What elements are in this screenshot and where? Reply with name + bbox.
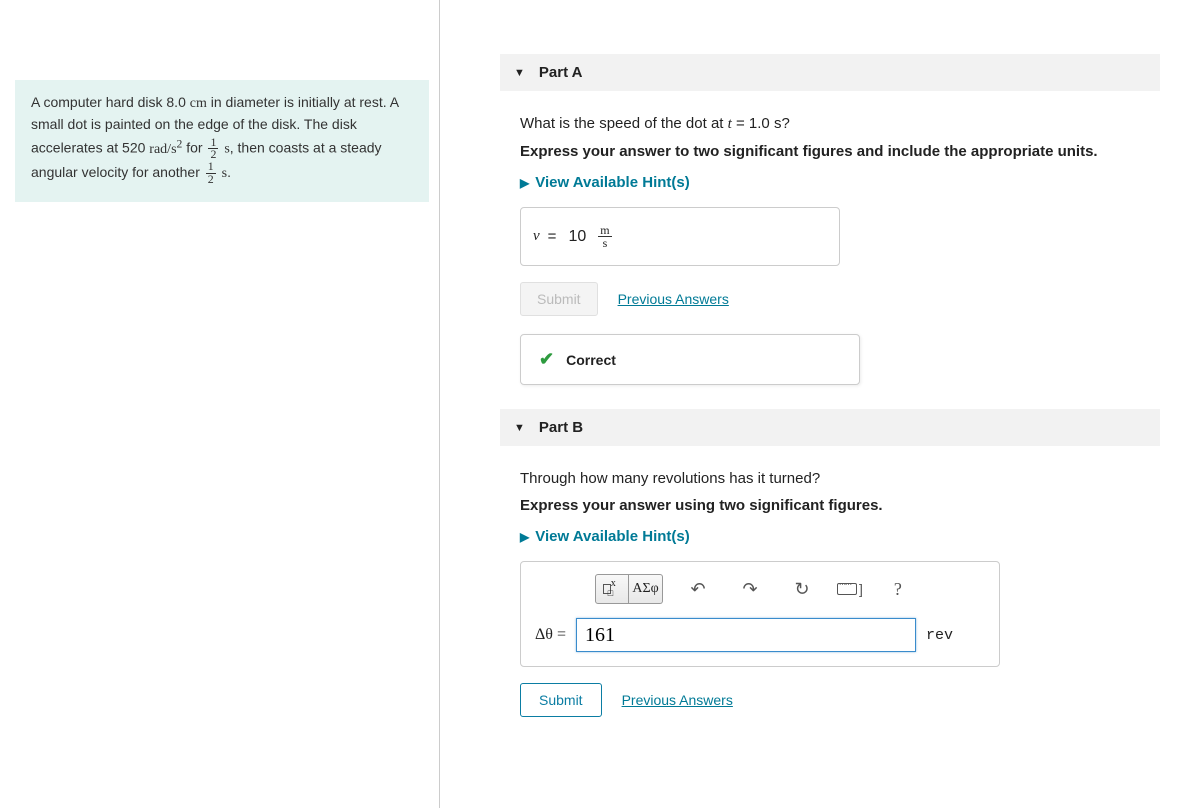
- equation-toolbar: x□ ΑΣφ ↶ ↷ ↻ ] ?: [535, 574, 985, 604]
- help-button[interactable]: ?: [881, 574, 915, 604]
- view-hints-a[interactable]: ▶ View Available Hint(s): [520, 174, 1160, 191]
- part-a-question: What is the speed of the dot at t = 1.0 …: [520, 115, 1160, 133]
- previous-answers-a[interactable]: Previous Answers: [618, 291, 729, 307]
- expand-icon: ▶: [520, 530, 529, 544]
- part-b-label: Part B: [539, 419, 583, 436]
- correct-label: Correct: [566, 352, 616, 368]
- problem-text: A computer hard disk 8.0: [31, 94, 190, 110]
- collapse-icon: ▼: [514, 422, 525, 434]
- keyboard-button[interactable]: ]: [837, 574, 863, 604]
- unit-cm: cm: [190, 96, 207, 111]
- template-button[interactable]: x□: [595, 574, 629, 604]
- expand-icon: ▶: [520, 176, 529, 190]
- part-a-header[interactable]: ▼ Part A: [500, 54, 1160, 91]
- collapse-icon: ▼: [514, 67, 525, 79]
- answer-lhs: v: [533, 228, 540, 245]
- answer-lhs-b: Δθ =: [535, 626, 566, 644]
- answer-input-b[interactable]: [576, 618, 916, 652]
- redo-button[interactable]: ↷: [733, 574, 767, 604]
- part-b-question: Through how many revolutions has it turn…: [520, 470, 1160, 487]
- greek-button[interactable]: ΑΣφ: [629, 574, 663, 604]
- previous-answers-b[interactable]: Previous Answers: [622, 692, 733, 708]
- part-a-label: Part A: [539, 64, 583, 81]
- part-b-instruction: Express your answer using two significan…: [520, 497, 1160, 514]
- equals-sign: =: [548, 228, 557, 245]
- keyboard-icon: [837, 583, 857, 595]
- part-a-instruction: Express your answer to two significant f…: [520, 143, 1160, 160]
- undo-button[interactable]: ↶: [681, 574, 715, 604]
- problem-statement: A computer hard disk 8.0 cm in diameter …: [15, 80, 429, 202]
- answer-unit-a: m s: [598, 224, 611, 249]
- check-icon: ✔: [539, 349, 554, 370]
- answer-value-a: 10: [568, 228, 586, 246]
- fraction-half-1: 12: [208, 137, 218, 162]
- answer-widget-b: x□ ΑΣφ ↶ ↷ ↻ ] ? Δθ = rev: [520, 561, 1000, 667]
- submit-button-a: Submit: [520, 282, 598, 316]
- problem-text: .: [227, 164, 231, 180]
- correct-feedback: ✔ Correct: [520, 334, 860, 385]
- fraction-half-2: 12: [206, 161, 216, 186]
- answer-unit-b: rev: [926, 627, 953, 644]
- unit-rads2: rad/s2: [149, 142, 182, 157]
- answer-display-a: v = 10 m s: [520, 207, 840, 266]
- part-b-header[interactable]: ▼ Part B: [500, 409, 1160, 446]
- reset-button[interactable]: ↻: [785, 574, 819, 604]
- submit-button-b[interactable]: Submit: [520, 683, 602, 717]
- problem-text: for: [182, 140, 206, 156]
- view-hints-b[interactable]: ▶ View Available Hint(s): [520, 528, 1160, 545]
